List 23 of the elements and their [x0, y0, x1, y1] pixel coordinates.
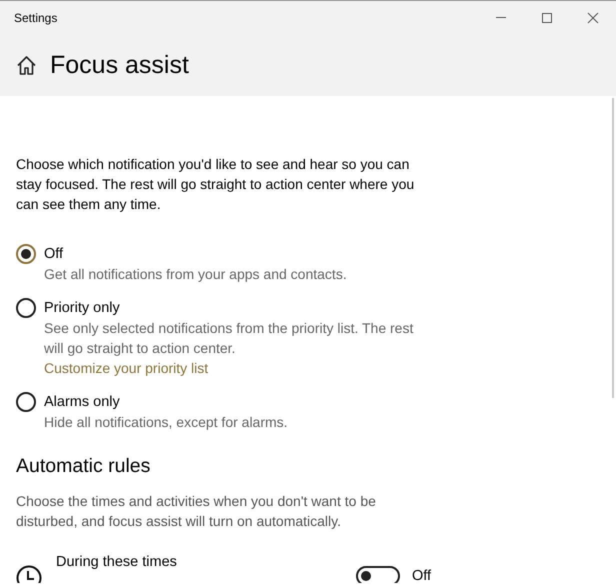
section-description: Choose the times and activities when you don't want to be disturbed, and focus assist will turn on automatically. [16, 492, 377, 531]
option-label: Priority only [44, 299, 120, 318]
window-title: Settings [14, 10, 58, 24]
radio-button[interactable] [16, 392, 36, 412]
section-heading: Automatic rules [16, 454, 152, 478]
option-label: Alarms only [44, 393, 120, 412]
page-title: Focus assist [50, 51, 189, 80]
radio-button[interactable] [16, 298, 36, 318]
option-description: Hide all notifications, except for alarms. [44, 413, 289, 432]
maximize-icon [541, 12, 553, 24]
radio-button[interactable] [16, 244, 36, 264]
scrollbar[interactable] [612, 98, 614, 398]
home-icon[interactable] [16, 55, 37, 76]
minimize-icon [496, 17, 506, 18]
toggle-switch[interactable] [356, 566, 400, 583]
option-description: Get all notifications from your apps and contacts. [44, 265, 348, 284]
intro-text: Choose which notification you'd like to see and hear so you can stay focused. The rest will go straight to action center where you can see them any time. [16, 155, 416, 214]
rule-title: During these times [56, 553, 178, 572]
option-description: See only selected notifications from the priority list. The rest will go straight to action center. [44, 319, 414, 358]
option-label: Off [44, 245, 64, 264]
customize-link[interactable]: Customize your priority list [44, 358, 208, 378]
toggle-state: Off [412, 567, 432, 583]
close-icon [587, 12, 599, 24]
